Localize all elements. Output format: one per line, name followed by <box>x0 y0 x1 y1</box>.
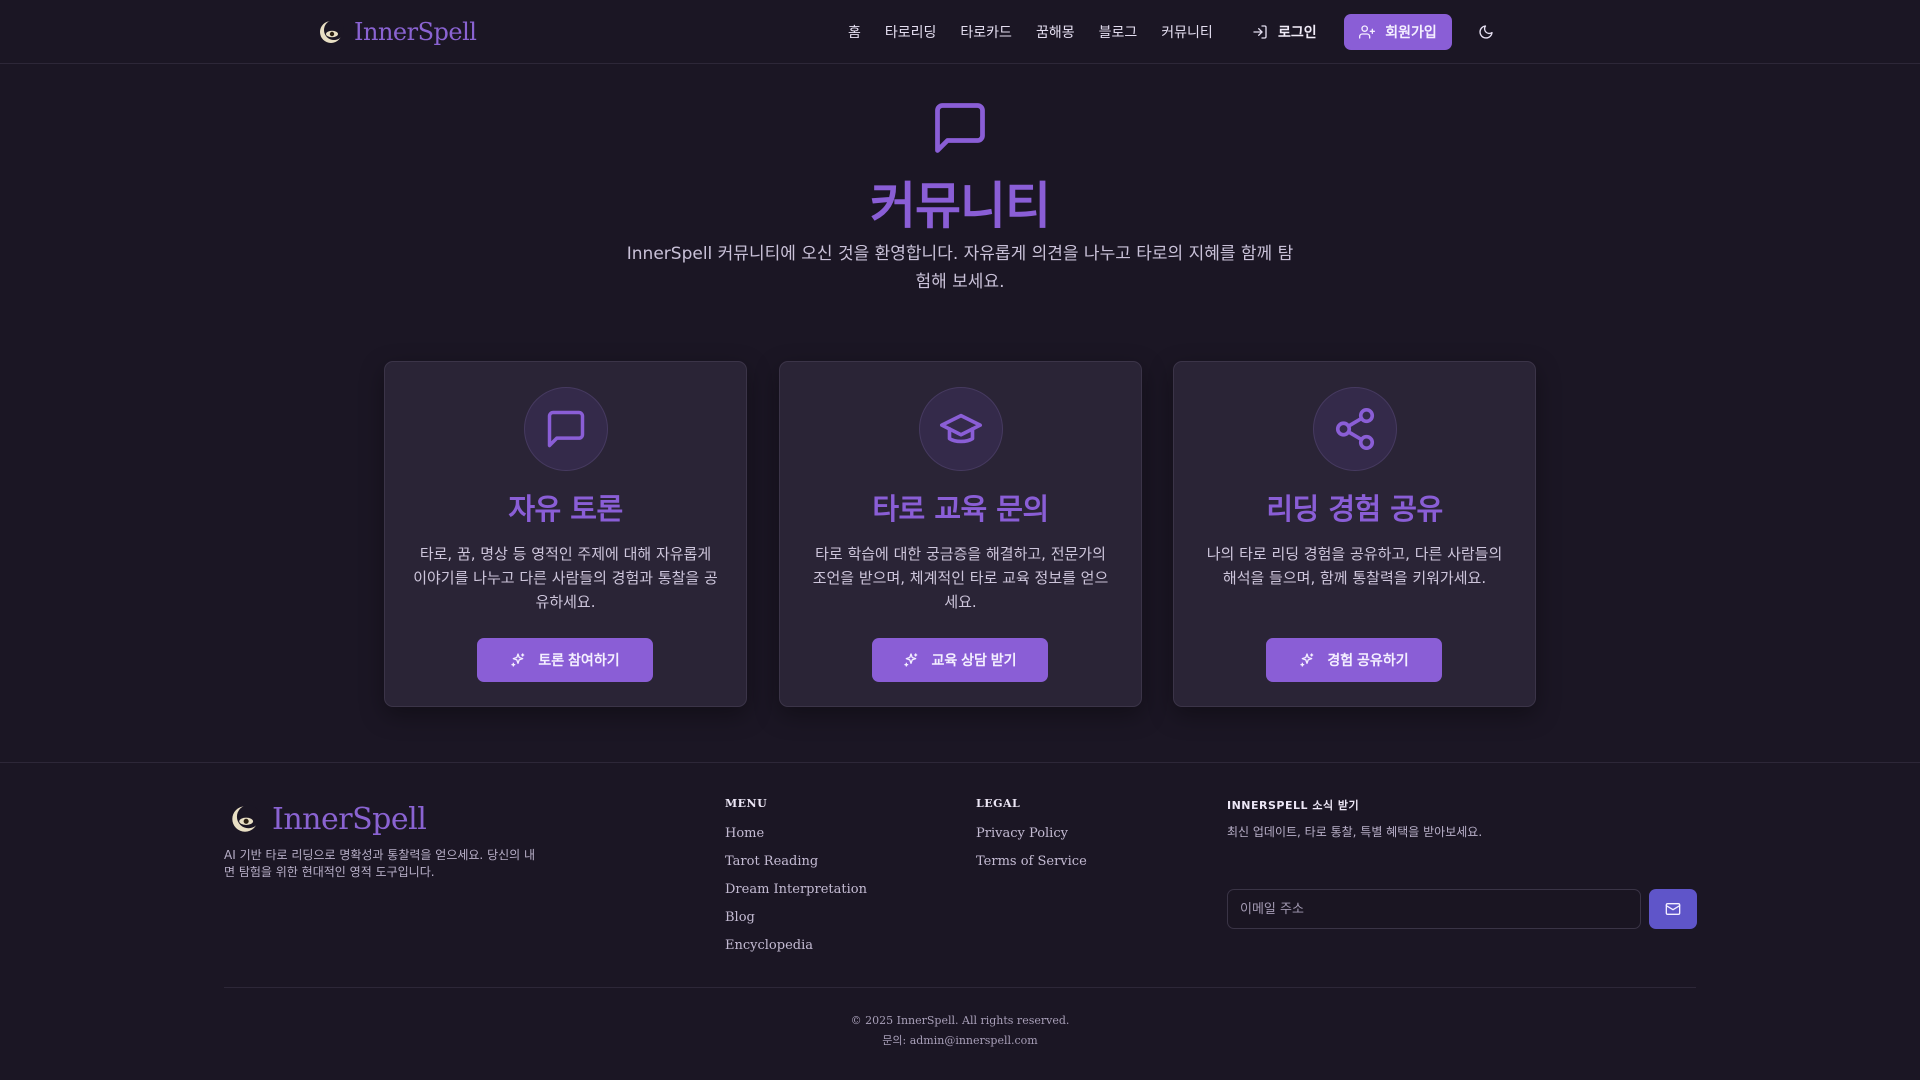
card-reading-experience: 리딩 경험 공유 나의 타로 리딩 경험을 공유하고, 다른 사람들의 해석을 … <box>1173 361 1536 707</box>
footer-description: AI 기반 타로 리딩으로 명확성과 통찰력을 얻으세요. 당신의 내면 탐험을… <box>224 848 536 879</box>
card-tarot-education: 타로 교육 문의 타로 학습에 대한 궁금증을 해결하고, 전문가의 조언을 받… <box>779 361 1142 707</box>
footer-copyright: © 2025 InnerSpell. All rights reserved. … <box>0 1011 1920 1051</box>
newsletter-submit-button[interactable] <box>1649 889 1697 929</box>
share-experience-button[interactable]: 경험 공유하기 <box>1266 638 1442 682</box>
newsletter-title: INNERSPELL 소식 받기 <box>1227 799 1360 812</box>
education-consult-button[interactable]: 교육 상담 받기 <box>872 638 1048 682</box>
footer-brand-name: InnerSpell <box>272 801 427 837</box>
footer-link-tarot-reading[interactable]: Tarot Reading <box>725 848 867 876</box>
card-description: 타로, 꿈, 명상 등 영적인 주제에 대해 자유롭게 이야기를 나누고 다른 … <box>413 545 718 611</box>
footer-link-terms[interactable]: Terms of Service <box>976 848 1087 876</box>
card-icon-badge <box>1313 387 1397 471</box>
share-icon <box>1335 408 1375 450</box>
footer-legal-title: LEGAL <box>976 797 1021 810</box>
nav-tarot-cards[interactable]: 타로카드 <box>960 22 1012 42</box>
contact-email[interactable]: 문의: admin@innerspell.com <box>0 1031 1920 1051</box>
card-icon-badge <box>524 387 608 471</box>
footer-link-blog[interactable]: Blog <box>725 904 867 932</box>
card-icon-badge <box>919 387 1003 471</box>
footer-link-dream-interpretation[interactable]: Dream Interpretation <box>725 876 867 904</box>
card-free-discussion: 자유 토론 타로, 꿈, 명상 등 영적인 주제에 대해 자유롭게 이야기를 나… <box>384 361 747 707</box>
sparkles-icon <box>511 653 525 667</box>
button-label: 교육 상담 받기 <box>931 652 1017 668</box>
footer-link-encyclopedia[interactable]: Encyclopedia <box>725 932 867 960</box>
footer-link-privacy[interactable]: Privacy Policy <box>976 820 1087 848</box>
moon-icon <box>1479 25 1493 39</box>
button-label: 경험 공유하기 <box>1327 652 1409 668</box>
signup-button[interactable]: 회원가입 <box>1344 14 1452 50</box>
sparkles-icon <box>1300 653 1314 667</box>
nav-tarot-reading[interactable]: 타로리딩 <box>885 22 937 42</box>
newsletter-email-input[interactable] <box>1227 889 1641 929</box>
theme-toggle-button[interactable] <box>1474 20 1498 44</box>
site-header: InnerSpell 홈 타로리딩 타로카드 꿈해몽 블로그 커뮤니티 로그인 … <box>0 0 1920 64</box>
log-in-icon <box>1253 25 1267 39</box>
join-discussion-button[interactable]: 토론 참여하기 <box>477 638 653 682</box>
eye-moon-logo-icon <box>320 20 344 43</box>
footer-link-home[interactable]: Home <box>725 820 867 848</box>
card-description: 타로 학습에 대한 궁금증을 해결하고, 전문가의 조언을 받으며, 체계적인 … <box>812 545 1109 611</box>
page-title: 커뮤니티 <box>870 177 1051 235</box>
nav-dream-interpretation[interactable]: 꿈해몽 <box>1036 22 1075 42</box>
nav-blog[interactable]: 블로그 <box>1099 22 1138 42</box>
brand-logo-link[interactable]: InnerSpell <box>318 14 477 50</box>
footer-brand-link[interactable]: InnerSpell <box>230 801 427 837</box>
copyright-text: © 2025 InnerSpell. All rights reserved. <box>850 1014 1070 1027</box>
sparkles-icon <box>904 653 918 667</box>
site-footer: InnerSpell AI 기반 타로 리딩으로 명확성과 통찰력을 얻으세요.… <box>0 762 1920 1080</box>
message-square-icon <box>935 103 985 153</box>
brand-name: InnerSpell <box>354 18 477 46</box>
signup-label: 회원가입 <box>1385 25 1437 41</box>
nav-community[interactable]: 커뮤니티 <box>1161 22 1213 42</box>
user-plus-icon <box>1359 25 1376 39</box>
footer-menu-column: MENU Home Tarot Reading Dream Interpreta… <box>725 797 867 960</box>
mail-icon <box>1665 903 1681 915</box>
footer-legal-column: LEGAL Privacy Policy Terms of Service <box>976 797 1087 876</box>
card-title: 리딩 경험 공유 <box>1266 492 1443 526</box>
card-title: 자유 토론 <box>508 492 623 526</box>
login-label: 로그인 <box>1278 25 1317 41</box>
newsletter-description: 최신 업데이트, 타로 통찰, 특별 혜택을 받아보세요. <box>1227 825 1483 839</box>
page-subtitle: InnerSpell 커뮤니티에 오신 것을 환영합니다. 자유롭게 의견을 나… <box>626 244 1294 292</box>
footer-divider <box>224 987 1696 988</box>
main-nav: 홈 타로리딩 타로카드 꿈해몽 블로그 커뮤니티 <box>848 18 1213 46</box>
graduation-cap-icon <box>940 413 982 444</box>
login-button[interactable]: 로그인 <box>1252 16 1317 48</box>
footer-newsletter: INNERSPELL 소식 받기 최신 업데이트, 타로 통찰, 특별 혜택을 … <box>1227 797 1699 937</box>
nav-home[interactable]: 홈 <box>848 22 861 42</box>
button-label: 토론 참여하기 <box>538 652 620 668</box>
card-description: 나의 타로 리딩 경험을 공유하고, 다른 사람들의 해석을 들으며, 함께 통… <box>1206 545 1503 587</box>
footer-menu-title: MENU <box>725 797 768 810</box>
message-square-icon <box>547 410 585 448</box>
eye-moon-logo-icon <box>232 805 260 832</box>
card-title: 타로 교육 문의 <box>872 492 1049 526</box>
